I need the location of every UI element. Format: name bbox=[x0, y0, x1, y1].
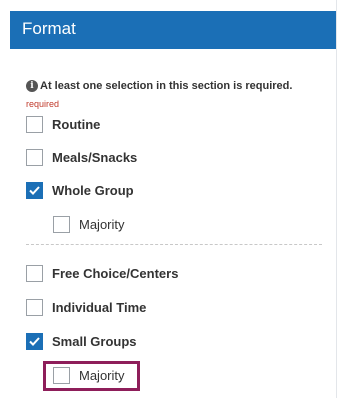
option-whole-group[interactable]: Whole Group bbox=[26, 182, 134, 199]
option-label: Meals/Snacks bbox=[52, 150, 138, 165]
option-label: Free Choice/Centers bbox=[52, 266, 179, 281]
checkbox-whole-group[interactable] bbox=[26, 182, 43, 199]
checkbox-meals-snacks[interactable] bbox=[26, 149, 43, 166]
option-label: Majority bbox=[79, 368, 125, 383]
option-routine[interactable]: Routine bbox=[26, 116, 100, 133]
option-free-choice-centers[interactable]: Free Choice/Centers bbox=[26, 265, 178, 282]
option-whole-group-majority[interactable]: Majority bbox=[53, 216, 125, 233]
section-header: Format bbox=[10, 11, 336, 49]
checkbox-individual-time[interactable] bbox=[26, 299, 43, 316]
info-icon: i bbox=[26, 80, 38, 92]
checkmark-icon bbox=[29, 337, 40, 346]
checkbox-free-choice-centers[interactable] bbox=[26, 265, 43, 282]
option-individual-time[interactable]: Individual Time bbox=[26, 299, 146, 316]
required-label: required bbox=[26, 99, 60, 109]
option-meals-snacks[interactable]: Meals/Snacks bbox=[26, 149, 137, 166]
checkbox-small-groups-majority[interactable] bbox=[53, 367, 70, 384]
option-label: Majority bbox=[79, 217, 125, 232]
format-panel: Format i At least one selection in this … bbox=[0, 0, 337, 398]
option-label: Whole Group bbox=[52, 183, 134, 198]
checkmark-icon bbox=[29, 186, 40, 195]
required-notice: i At least one selection in this section… bbox=[26, 80, 292, 92]
option-label: Small Groups bbox=[52, 334, 137, 349]
checkbox-routine[interactable] bbox=[26, 116, 43, 133]
option-label: Individual Time bbox=[52, 300, 147, 315]
option-small-groups-majority[interactable]: Majority bbox=[53, 367, 125, 384]
checkbox-whole-group-majority[interactable] bbox=[53, 216, 70, 233]
section-divider bbox=[26, 244, 322, 245]
checkbox-small-groups[interactable] bbox=[26, 333, 43, 350]
required-notice-text: At least one selection in this section i… bbox=[40, 80, 293, 92]
option-small-groups[interactable]: Small Groups bbox=[26, 333, 137, 350]
section-title: Format bbox=[22, 19, 76, 38]
option-label: Routine bbox=[52, 117, 101, 132]
